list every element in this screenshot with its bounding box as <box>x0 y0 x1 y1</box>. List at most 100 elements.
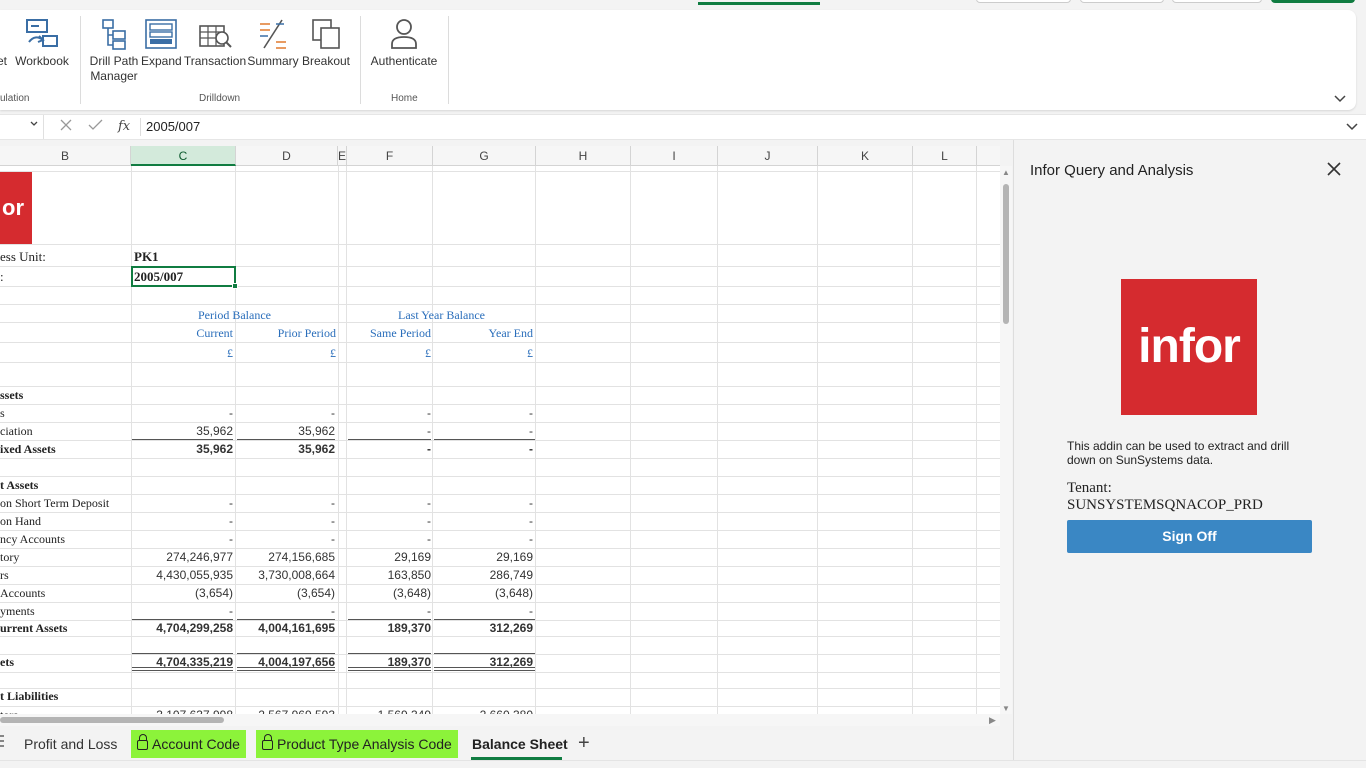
value-cell-d[interactable]: - <box>236 405 335 421</box>
insert-function-button[interactable]: fx <box>118 119 130 134</box>
column-header-k[interactable]: K <box>818 146 913 166</box>
value-cell-c[interactable]: 35,962 <box>131 441 233 457</box>
ribbon-button-truncated[interactable]: et <box>0 10 10 90</box>
fill-handle[interactable] <box>232 283 238 289</box>
row-label[interactable]: tors <box>0 707 130 714</box>
transaction-button[interactable]: Transaction <box>183 10 247 90</box>
row-label[interactable]: rs <box>0 567 130 583</box>
summary-button[interactable]: Summary <box>246 10 300 90</box>
value-cell-c[interactable]: 274,246,977 <box>131 549 233 565</box>
column-header-d[interactable]: D <box>236 146 338 166</box>
value-cell-c[interactable]: 35,962 <box>131 423 233 439</box>
value-cell-g[interactable]: 2,660,380 <box>433 707 533 714</box>
row-label[interactable]: on Hand <box>0 513 130 529</box>
top-button[interactable] <box>976 0 1071 3</box>
row-label[interactable]: yments <box>0 603 130 619</box>
expand-button[interactable]: Expand <box>141 10 182 90</box>
row-label[interactable]: ets <box>0 654 130 670</box>
tab-balance-sheet[interactable]: Balance Sheet <box>466 730 574 758</box>
value-cell-g[interactable]: - <box>433 441 533 457</box>
name-box[interactable] <box>0 115 44 139</box>
value-cell-f[interactable]: - <box>347 495 431 511</box>
vertical-scroll-thumb[interactable] <box>1003 184 1009 324</box>
value-cell-c[interactable]: 3,107,637,998 <box>131 707 233 714</box>
tab-profit-and-loss[interactable]: Profit and Loss <box>18 730 123 758</box>
row-label[interactable]: urrent Assets <box>0 620 130 636</box>
value-cell-d[interactable]: 35,962 <box>236 423 335 439</box>
value-cell-g[interactable]: - <box>433 405 533 421</box>
spreadsheet-grid[interactable]: B C D E F G H I J K L or ess Unit: PK1:… <box>0 146 1000 714</box>
cancel-icon[interactable] <box>59 118 73 137</box>
value-cell-c[interactable]: - <box>131 495 233 511</box>
formula-input[interactable]: 2005/007 <box>146 119 200 134</box>
value-cell-f[interactable]: 1,569,349 <box>347 707 431 714</box>
value-cell-f[interactable]: 189,370 <box>347 620 431 636</box>
scroll-down-icon[interactable]: ▼ <box>1002 704 1010 713</box>
value-cell-d[interactable]: (3,654) <box>236 585 335 601</box>
workbook-button[interactable]: Workbook <box>12 10 72 90</box>
row-label[interactable]: ncy Accounts <box>0 531 130 547</box>
value-cell-g[interactable]: 29,169 <box>433 549 533 565</box>
breakout-button[interactable]: Breakout <box>300 10 352 90</box>
tab-product-type-analysis-code[interactable]: Product Type Analysis Code <box>256 730 458 758</box>
value-cell-c[interactable]: (3,654) <box>131 585 233 601</box>
column-header-i[interactable]: I <box>631 146 718 166</box>
add-sheet-icon[interactable]: + <box>578 732 590 755</box>
close-icon[interactable] <box>1327 159 1341 182</box>
row-label[interactable]: s <box>0 405 130 421</box>
column-header-h[interactable]: H <box>536 146 631 166</box>
column-header-b[interactable]: B <box>0 146 131 166</box>
chevron-down-icon[interactable] <box>30 119 38 130</box>
value-cell-d[interactable]: - <box>236 513 335 529</box>
tab-account-code[interactable]: Account Code <box>131 730 246 758</box>
value-cell-g[interactable]: 312,269 <box>433 620 533 636</box>
value-cell-d[interactable]: - <box>236 603 335 619</box>
value-cell-d[interactable]: 2,567,969,593 <box>236 707 335 714</box>
value-cell-f[interactable]: 163,850 <box>347 567 431 583</box>
value-cell-g[interactable]: - <box>433 495 533 511</box>
ribbon-collapse-chevron-icon[interactable] <box>1334 90 1348 104</box>
value-cell-d[interactable]: - <box>236 495 335 511</box>
column-header-f[interactable]: F <box>347 146 433 166</box>
business-unit-value[interactable]: PK1 <box>134 249 159 265</box>
value-cell-f[interactable]: - <box>347 531 431 547</box>
value-cell-d[interactable]: 35,962 <box>236 441 335 457</box>
value-cell-d[interactable]: - <box>236 531 335 547</box>
value-cell-c[interactable]: - <box>131 603 233 619</box>
row-label[interactable]: t Liabilities <box>0 688 130 704</box>
row-label[interactable]: ciation <box>0 423 130 439</box>
value-cell-c[interactable]: 4,430,055,935 <box>131 567 233 583</box>
column-header-j[interactable]: J <box>718 146 818 166</box>
enter-check-icon[interactable] <box>88 118 103 136</box>
scroll-up-icon[interactable]: ▲ <box>1002 168 1010 177</box>
authenticate-button[interactable]: Authenticate <box>366 10 442 90</box>
value-cell-f[interactable]: - <box>347 513 431 529</box>
active-cell-selection[interactable] <box>131 266 236 287</box>
sign-off-button[interactable]: Sign Off <box>1067 520 1312 553</box>
row-label[interactable]: ssets <box>0 387 130 403</box>
value-cell-f[interactable]: - <box>347 603 431 619</box>
value-cell-d[interactable]: 274,156,685 <box>236 549 335 565</box>
value-cell-d[interactable]: 3,730,008,664 <box>236 567 335 583</box>
column-header-c[interactable]: C <box>131 146 236 166</box>
value-cell-f[interactable]: (3,648) <box>347 585 431 601</box>
top-button[interactable] <box>1080 0 1164 3</box>
value-cell-g[interactable]: (3,648) <box>433 585 533 601</box>
horizontal-scroll-thumb[interactable] <box>0 717 224 723</box>
row-label[interactable]: on Short Term Deposit <box>0 495 130 511</box>
value-cell-f[interactable]: 29,169 <box>347 549 431 565</box>
value-cell-c[interactable]: - <box>131 405 233 421</box>
row-label[interactable]: t Assets <box>0 477 130 493</box>
share-button[interactable] <box>1271 0 1355 3</box>
value-cell-g[interactable]: - <box>433 603 533 619</box>
value-cell-d[interactable]: 4,004,161,695 <box>236 620 335 636</box>
value-cell-c[interactable]: 4,704,299,258 <box>131 620 233 636</box>
column-header-e[interactable]: E <box>338 146 347 166</box>
value-cell-g[interactable]: 286,749 <box>433 567 533 583</box>
value-cell-f[interactable]: - <box>347 441 431 457</box>
top-button[interactable] <box>1172 0 1262 3</box>
value-cell-g[interactable]: - <box>433 531 533 547</box>
value-cell-f[interactable]: - <box>347 423 431 439</box>
value-cell-c[interactable]: - <box>131 513 233 529</box>
all-sheets-menu-icon[interactable] <box>0 735 4 750</box>
